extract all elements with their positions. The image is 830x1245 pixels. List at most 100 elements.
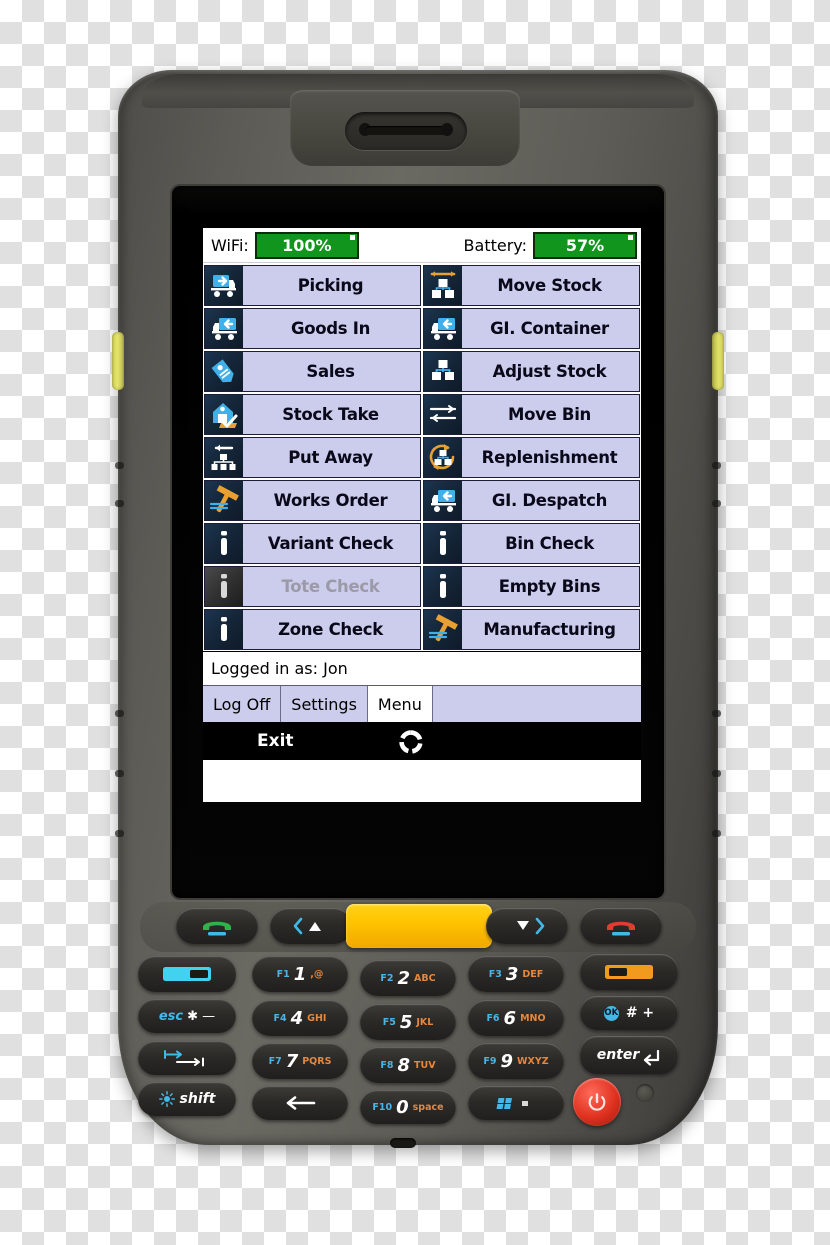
tab-settings[interactable]: Settings (281, 686, 368, 722)
yellow-scan-key[interactable] (346, 904, 492, 948)
menu-button-label: Goods In (290, 319, 371, 338)
key-4[interactable]: F4 4 GHI (252, 1000, 348, 1036)
left-up-nav-key[interactable] (270, 908, 352, 944)
info-icon (424, 567, 462, 606)
menu-cell: Zone Check (203, 608, 422, 651)
tab-key[interactable] (138, 1041, 236, 1075)
price-tag-icon (205, 352, 243, 391)
handheld-device-body: WiFi: 100% Battery: 57% Picking Move Stoc… (112, 70, 724, 1148)
menu-button-label: Works Order (273, 491, 388, 510)
key-9[interactable]: F9 9 WXYZ (468, 1043, 564, 1079)
menu-button-picking[interactable]: Picking (204, 265, 421, 306)
side-notch (712, 830, 721, 837)
key-3-num: 3 (505, 963, 519, 985)
side-notch (712, 462, 721, 469)
right-softkey[interactable] (580, 954, 678, 990)
shift-key[interactable]: shift (138, 1082, 236, 1116)
key-6-alpha: MNO (520, 1012, 546, 1024)
side-scan-button-left[interactable] (112, 332, 124, 390)
key-3-alpha: DEF (522, 968, 544, 980)
put-away-icon (205, 438, 243, 477)
device-screen[interactable]: WiFi: 100% Battery: 57% Picking Move Stoc… (203, 228, 641, 802)
menu-button-stock-take[interactable]: Stock Take (204, 394, 421, 435)
battery-value-badge: 57% (533, 231, 637, 259)
esc-key[interactable]: esc ✱ — (138, 999, 236, 1033)
key-9-num: 9 (500, 1050, 514, 1072)
menu-button-sales[interactable]: Sales (204, 351, 421, 392)
menu-grid: Picking Move Stock Goods In GI. Container Sa… (203, 263, 641, 651)
key-8-num: 8 (397, 1054, 411, 1076)
menu-button-label: Sales (306, 362, 355, 381)
key-8[interactable]: F8 8 TUV (360, 1047, 456, 1083)
login-status-text: Logged in as: Jon (211, 659, 348, 678)
wifi-label: WiFi: (211, 235, 249, 255)
key-1-fn: F1 (276, 968, 290, 980)
menu-cell: Adjust Stock (422, 350, 641, 393)
menu-cell: Move Stock (422, 264, 641, 307)
key-6[interactable]: F6 6 MNO (468, 1000, 564, 1036)
menu-button-move-bin[interactable]: Move Bin (423, 394, 640, 435)
side-notch (712, 710, 721, 717)
key-5[interactable]: F5 5 JKL (360, 1004, 456, 1040)
side-notch (115, 770, 124, 777)
menu-cell: Empty Bins (422, 565, 641, 608)
power-icon (588, 1093, 606, 1111)
key-1-alpha: ,@ (310, 968, 324, 980)
windows-start-icon (496, 1098, 528, 1109)
ok-key[interactable]: OK # + (580, 996, 678, 1030)
menu-button-goods-in[interactable]: Goods In (204, 308, 421, 349)
menu-cell: Stock Take (203, 393, 422, 436)
call-key[interactable] (176, 908, 258, 944)
menu-cell: Works Order (203, 479, 422, 522)
enter-key[interactable]: enter (580, 1036, 678, 1074)
battery-label: Battery: (463, 235, 527, 255)
menu-button-works-order[interactable]: Works Order (204, 480, 421, 521)
side-scan-button-right[interactable] (712, 332, 724, 390)
key-2[interactable]: F2 2 ABC (360, 960, 456, 996)
menu-cell: Goods In (203, 307, 422, 350)
menu-button-adjust-stock[interactable]: Adjust Stock (423, 351, 640, 392)
backspace-key[interactable] (252, 1086, 348, 1120)
boxes-icon (424, 352, 462, 391)
menu-button-gi-despatch[interactable]: GI. Despatch (423, 480, 640, 521)
key-2-fn: F2 (380, 972, 394, 984)
power-key[interactable] (573, 1078, 621, 1126)
menu-cell: Picking (203, 264, 422, 307)
menu-button-label: Bin Check (505, 534, 594, 553)
activity-spinner-icon (399, 730, 423, 758)
right-softkey-icon (605, 965, 653, 979)
exit-button[interactable]: Exit (203, 731, 294, 751)
menu-button-manufacturing[interactable]: Manufacturing (423, 609, 640, 650)
key-3[interactable]: F3 3 DEF (468, 956, 564, 992)
menu-button-replenishment[interactable]: Replenishment (423, 437, 640, 478)
key-5-alpha: JKL (416, 1016, 434, 1028)
menu-button-label: Manufacturing (483, 620, 616, 639)
menu-button-move-stock[interactable]: Move Stock (423, 265, 640, 306)
led-indicator (636, 1084, 654, 1102)
key-2-alpha: ABC (414, 972, 436, 984)
menu-button-empty-bins[interactable]: Empty Bins (423, 566, 640, 607)
menu-button-label: Adjust Stock (492, 362, 607, 381)
tab-log-off[interactable]: Log Off (203, 686, 282, 722)
esc-key-label: esc (158, 1008, 184, 1024)
barcode-scanner-window-icon (345, 112, 467, 150)
key-6-num: 6 (503, 1007, 517, 1029)
menu-button-zone-check[interactable]: Zone Check (204, 609, 421, 650)
truck-out-icon (205, 266, 243, 305)
menu-button-gi-container[interactable]: GI. Container (423, 308, 640, 349)
left-softkey[interactable] (138, 956, 236, 992)
tab-bar: Log Off Settings Menu (203, 685, 641, 722)
key-0[interactable]: F10 0 space (360, 1090, 456, 1124)
menu-button-bin-check[interactable]: Bin Check (423, 523, 640, 564)
key-7[interactable]: F7 7 PQRS (252, 1043, 348, 1079)
tab-menu[interactable]: Menu (367, 686, 433, 722)
end-call-key[interactable] (580, 908, 662, 944)
menu-button-variant-check[interactable]: Variant Check (204, 523, 421, 564)
move-stock-icon (424, 266, 462, 305)
right-down-nav-key[interactable] (486, 908, 568, 944)
status-bar: WiFi: 100% Battery: 57% (203, 228, 641, 263)
key-1[interactable]: F1 1 ,@ (252, 956, 348, 992)
menu-button-put-away[interactable]: Put Away (204, 437, 421, 478)
key-5-num: 5 (399, 1011, 413, 1033)
start-key[interactable] (468, 1086, 564, 1120)
